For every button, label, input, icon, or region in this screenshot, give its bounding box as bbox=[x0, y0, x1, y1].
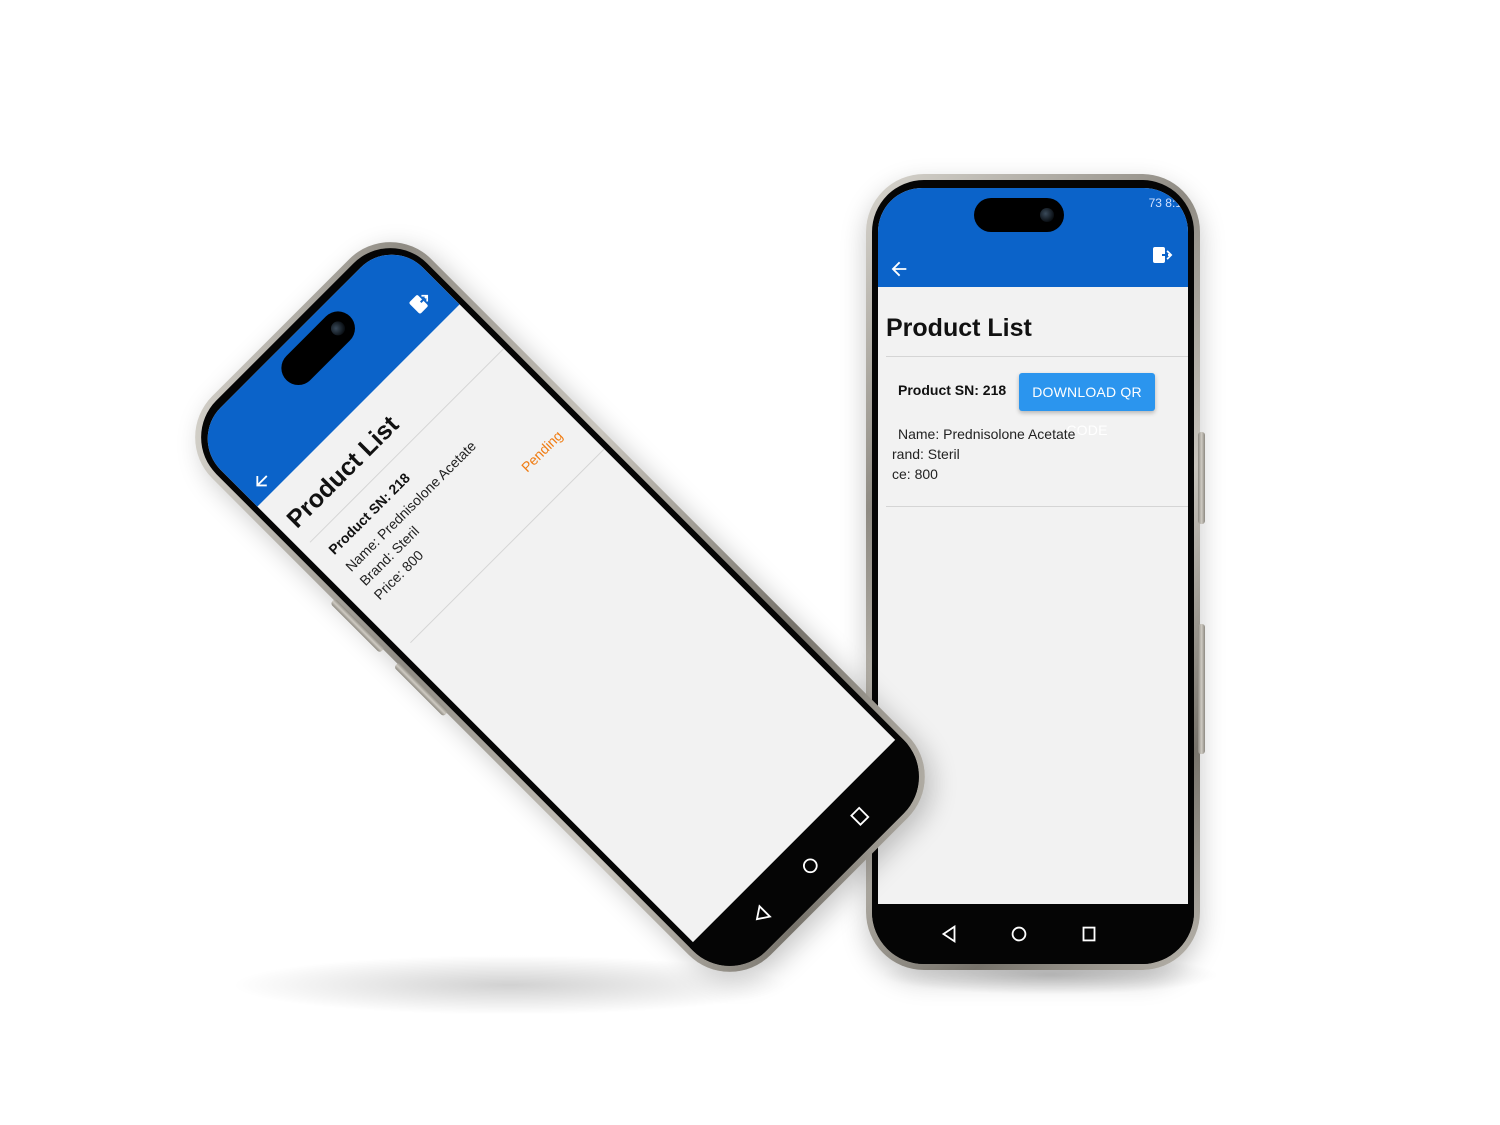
product-price: ce: 800 bbox=[892, 466, 938, 482]
left-phone: Product List Product SN: 218 Name: Predn… bbox=[171, 218, 949, 996]
download-qr-code-button[interactable]: DOWNLOAD QR CODE bbox=[1019, 373, 1155, 438]
back-triangle-icon[interactable] bbox=[745, 900, 776, 931]
recents-square-icon[interactable] bbox=[1078, 923, 1100, 945]
back-triangle-icon[interactable] bbox=[938, 923, 960, 945]
download-icon[interactable] bbox=[404, 285, 438, 319]
camera-icon bbox=[1040, 208, 1054, 222]
phone-bezel: 73 8:1 Product List Product SN: 218 DOWN… bbox=[872, 180, 1194, 964]
home-circle-icon[interactable] bbox=[795, 850, 826, 881]
dynamic-island bbox=[974, 198, 1064, 232]
recents-square-icon[interactable] bbox=[844, 801, 875, 832]
product-sn: Product SN: 218 bbox=[898, 382, 1007, 398]
page-title: Product List bbox=[886, 314, 1032, 342]
phone-bezel: Product List Product SN: 218 Name: Predn… bbox=[179, 226, 941, 988]
android-nav-bar bbox=[872, 906, 1194, 964]
divider bbox=[886, 506, 1188, 507]
arrow-back-icon[interactable] bbox=[888, 258, 910, 280]
right-phone: 73 8:1 Product List Product SN: 218 DOWN… bbox=[866, 174, 1205, 970]
phone-screen: Product List Product SN: 218 Name: Predn… bbox=[189, 236, 896, 943]
logout-icon[interactable] bbox=[1150, 243, 1174, 267]
arrow-back-icon[interactable] bbox=[246, 466, 277, 497]
product-brand: rand: Steril bbox=[892, 446, 960, 462]
camera-icon bbox=[328, 318, 348, 339]
status-bar: 73 8:1 bbox=[1148, 196, 1182, 210]
status-badge: Pending bbox=[518, 427, 566, 476]
home-circle-icon[interactable] bbox=[1008, 923, 1030, 945]
power-button bbox=[1198, 432, 1205, 524]
divider bbox=[886, 356, 1188, 357]
app-bar bbox=[189, 236, 460, 507]
volume-button bbox=[1198, 624, 1205, 754]
product-name: Name: Prednisolone Acetate bbox=[898, 426, 1076, 442]
phone-screen: 73 8:1 Product List Product SN: 218 DOWN… bbox=[878, 188, 1188, 904]
